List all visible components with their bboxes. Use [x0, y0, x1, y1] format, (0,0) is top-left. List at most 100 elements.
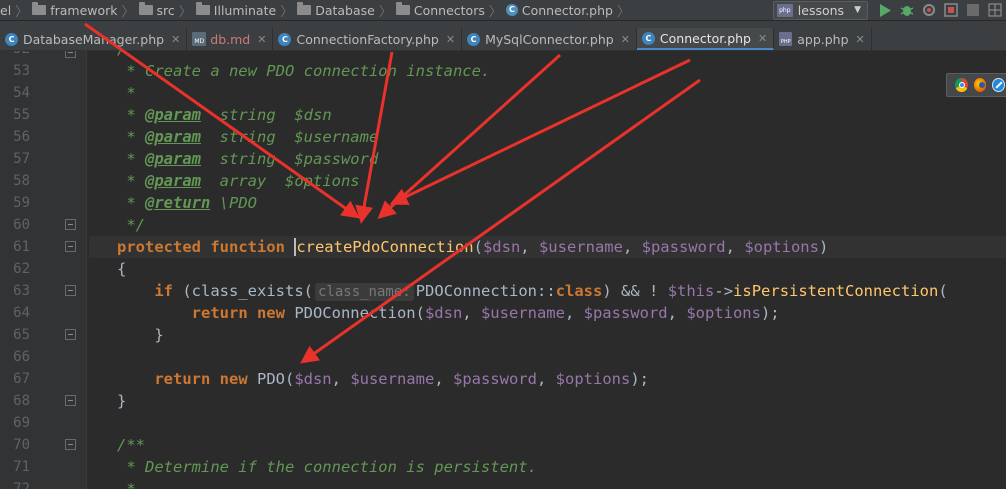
tab-label: app.php: [797, 31, 849, 47]
close-icon[interactable]: ✕: [171, 33, 180, 46]
class-file-icon: C: [467, 32, 481, 46]
code-editor[interactable]: 52 53 54 55 56 57 58 59 60 61 62 63 64 6…: [0, 51, 1006, 489]
breadcrumb-label: Connectors: [413, 2, 485, 18]
line-number-gutter[interactable]: 52 53 54 55 56 57 58 59 60 61 62 63 64 6…: [0, 51, 87, 489]
code-line: * @param string $dsn: [89, 104, 1006, 126]
layout-icon: [988, 3, 1002, 17]
fold-marker-icon[interactable]: [65, 395, 76, 406]
code-line: return new PDO($dsn, $username, $passwor…: [154, 370, 649, 388]
line-number: 68: [13, 393, 30, 409]
line-number: 64: [13, 305, 30, 321]
close-icon[interactable]: ✕: [446, 33, 455, 46]
code-line: * @param string $username: [89, 126, 1006, 148]
chrome-icon[interactable]: [955, 78, 968, 92]
breadcrumb-item-connector-php[interactable]: C Connector.php 〉: [505, 0, 634, 20]
tab-label: db.md: [210, 31, 251, 47]
close-icon[interactable]: ✕: [856, 33, 865, 46]
breadcrumb-separator-icon: 〉: [178, 4, 192, 20]
line-number: 60: [13, 217, 30, 233]
profile-button[interactable]: [942, 1, 960, 19]
breadcrumb-separator-icon: 〉: [616, 4, 630, 20]
code-line: }: [154, 326, 164, 344]
line-number: 61: [13, 239, 30, 255]
breadcrumb-label: Database: [315, 2, 375, 18]
breadcrumb-item-database[interactable]: Database 〉: [297, 0, 396, 20]
code-line: }: [117, 392, 127, 410]
code-line: * Create a new PDO connection instance.: [89, 60, 1006, 82]
code-line: * @param string $password: [89, 148, 1006, 170]
code-line: /**: [89, 434, 1006, 456]
close-icon[interactable]: ✕: [758, 32, 767, 45]
stop-button[interactable]: [964, 1, 982, 19]
tab-label: DatabaseManager.php: [23, 31, 165, 47]
breadcrumb-label: el: [0, 2, 12, 18]
tab-connector[interactable]: C Connector.php ✕: [636, 28, 775, 50]
code-line: *: [89, 478, 1006, 489]
code-line: */: [89, 214, 1006, 236]
folder-icon: [297, 2, 312, 15]
breadcrumb-item-illuminate[interactable]: Illuminate 〉: [195, 0, 297, 20]
fold-marker-icon[interactable]: [65, 439, 76, 450]
line-number: 56: [13, 129, 30, 145]
code-line: * @param array $options: [89, 170, 1006, 192]
class-file-icon: C: [278, 32, 292, 46]
run-button[interactable]: [876, 1, 894, 19]
code-line: /**: [89, 51, 1006, 60]
tab-label: Connector.php: [659, 30, 751, 46]
doc-comment: * Determine if the connection is persist…: [126, 458, 537, 476]
breadcrumb-label: Illuminate: [213, 2, 277, 18]
fold-marker-icon[interactable]: [65, 329, 76, 340]
run-config-label: lessons: [797, 2, 845, 18]
breadcrumb-label: src: [156, 2, 175, 18]
markdown-file-icon: MD: [192, 32, 207, 46]
tab-connection-factory[interactable]: C ConnectionFactory.php ✕: [273, 28, 463, 50]
breadcrumb-item-framework[interactable]: framework 〉: [32, 0, 138, 20]
coverage-button[interactable]: [920, 1, 938, 19]
toolbar-divider: [0, 21, 1006, 28]
doc-comment: *: [126, 480, 136, 489]
debug-icon: [900, 6, 914, 16]
editor-tab-bar: C DatabaseManager.php ✕ MD db.md ✕ C Con…: [0, 28, 1006, 51]
code-line: return new PDOConnection($dsn, $username…: [191, 304, 780, 322]
fold-marker-icon[interactable]: [65, 285, 76, 296]
tab-database-manager[interactable]: C DatabaseManager.php ✕: [0, 28, 188, 50]
doc-comment: */: [126, 216, 145, 234]
code-area[interactable]: /** * Create a new PDO connection instan…: [89, 51, 1006, 489]
line-number: 52: [0, 51, 30, 60]
safari-icon[interactable]: [992, 78, 1005, 92]
run-config-select[interactable]: php lessons ▼: [772, 0, 868, 20]
layout-button[interactable]: [986, 1, 1004, 19]
run-toolbar: php lessons ▼: [772, 0, 1006, 20]
fold-marker-icon[interactable]: [65, 51, 76, 58]
stop-icon: [967, 4, 979, 16]
doc-comment: * Create a new PDO connection instance.: [126, 62, 491, 80]
doc-comment: /**: [117, 436, 145, 454]
tab-db-md[interactable]: MD db.md ✕: [187, 28, 274, 50]
line-number: 55: [13, 107, 30, 123]
line-number: 71: [13, 459, 30, 475]
doc-comment: * @return \PDO: [126, 194, 257, 212]
close-icon[interactable]: ✕: [257, 33, 266, 46]
line-number: 69: [13, 415, 30, 431]
tab-label: MySqlConnector.php: [485, 31, 614, 47]
line-number: 67: [13, 371, 30, 387]
close-icon[interactable]: ✕: [621, 33, 630, 46]
tab-mysql-connector[interactable]: C MySqlConnector.php ✕: [462, 28, 637, 50]
php-file-icon: PHP: [779, 32, 793, 46]
breadcrumb-item-src[interactable]: src 〉: [138, 0, 196, 20]
firefox-icon[interactable]: [973, 78, 987, 92]
tab-app[interactable]: PHP app.php ✕: [774, 28, 872, 50]
breadcrumb-label: framework: [50, 2, 118, 18]
breadcrumb-item-connectors[interactable]: Connectors 〉: [395, 0, 506, 20]
chevron-down-icon: ▼: [854, 5, 861, 15]
debug-button[interactable]: [898, 1, 916, 19]
breadcrumb-separator-icon: 〉: [378, 4, 392, 20]
line-number: 59: [13, 195, 30, 211]
fold-marker-icon[interactable]: [65, 241, 76, 252]
fold-marker-icon[interactable]: [65, 219, 76, 230]
code-line: {: [117, 260, 127, 278]
breadcrumb-item-el[interactable]: el 〉: [0, 0, 32, 20]
folder-icon: [395, 2, 410, 15]
